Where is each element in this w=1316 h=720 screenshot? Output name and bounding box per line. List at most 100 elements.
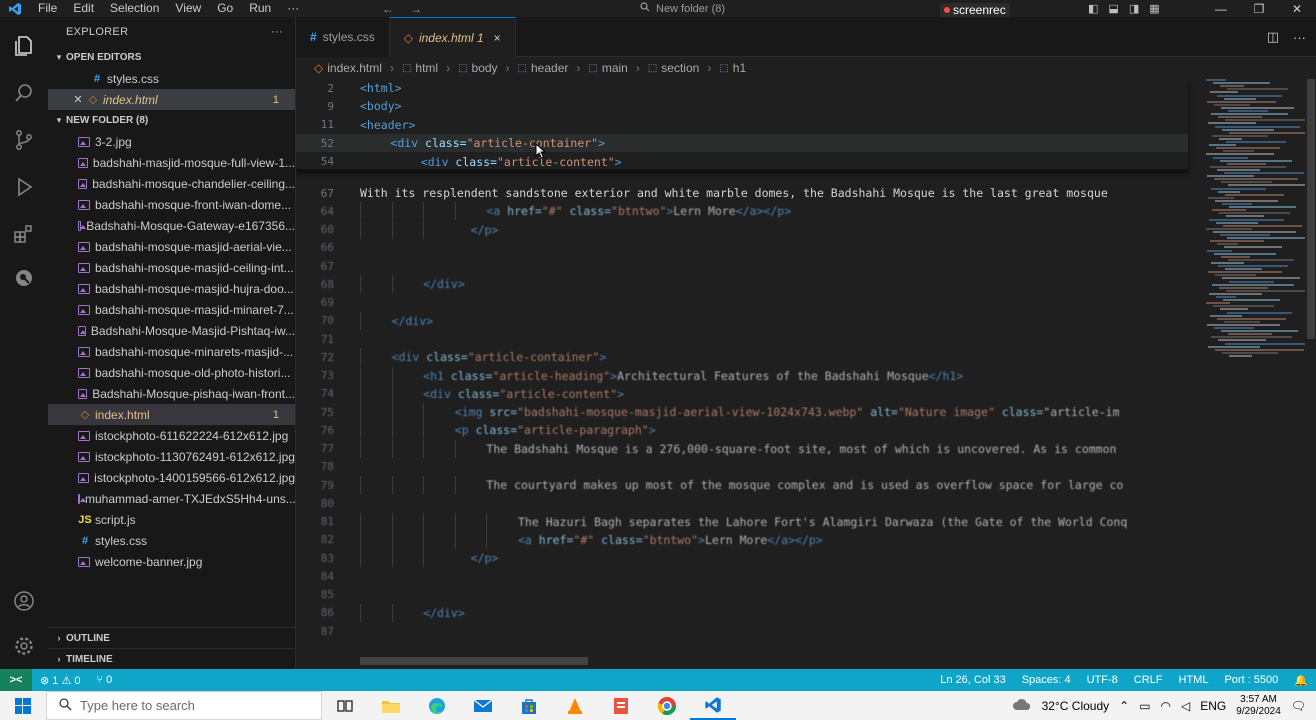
close-icon[interactable]: ✕ bbox=[70, 93, 86, 106]
mail-icon[interactable] bbox=[460, 691, 506, 720]
vscode-taskbar-icon[interactable] bbox=[690, 691, 736, 720]
code-line[interactable]: 78 bbox=[296, 458, 1188, 476]
sticky-line[interactable]: 2 <html> bbox=[296, 79, 1188, 97]
code-line[interactable]: 81 The Hazuri Bagh separates the Lahore F… bbox=[296, 513, 1188, 531]
file-item[interactable]: badshahi-mosque-masjid-hujra-doo... bbox=[48, 278, 295, 299]
file-item[interactable]: badshahi-mosque-minarets-masjid-... bbox=[48, 341, 295, 362]
file-item[interactable]: badshahi-mosque-old-photo-histori... bbox=[48, 362, 295, 383]
forward-arrow-icon[interactable]: → bbox=[410, 2, 422, 16]
open-editor-item-active[interactable]: ✕ ◇ index.html 1 bbox=[48, 89, 295, 110]
taskbar-search[interactable]: Type here to search bbox=[46, 691, 322, 720]
network-icon[interactable]: ▭ bbox=[1139, 699, 1150, 713]
back-arrow-icon[interactable]: ← bbox=[382, 2, 394, 16]
code-line[interactable]: 82 <a href="#" class="btntwo">Lern More</… bbox=[296, 531, 1188, 549]
code-line[interactable]: 68 </div> bbox=[296, 275, 1188, 293]
code-line[interactable]: 85 bbox=[296, 586, 1188, 604]
source-control-icon[interactable] bbox=[9, 125, 39, 155]
chrome-icon[interactable] bbox=[644, 691, 690, 720]
menu-selection[interactable]: Selection bbox=[102, 0, 167, 17]
code-line[interactable]: 70 </div> bbox=[296, 312, 1188, 330]
more-actions-icon[interactable]: ··· bbox=[1293, 30, 1306, 45]
file-item[interactable]: istockphoto-1130762491-612x612.jpg bbox=[48, 446, 295, 467]
code-line[interactable]: 77 The Badshahi Mosque is a 276,000-squar… bbox=[296, 440, 1188, 458]
toggle-sidebar-icon[interactable]: ◧ bbox=[1088, 2, 1098, 15]
file-item[interactable]: # styles.css bbox=[48, 530, 295, 551]
breadcrumb-item[interactable]: header bbox=[531, 61, 568, 75]
code-line[interactable]: 83 </p> bbox=[296, 549, 1188, 567]
sticky-line[interactable]: 54 <div class="article-content"> bbox=[296, 153, 1188, 171]
code-line[interactable]: 75 <img src="badshahi-mosque-masjid-aeria… bbox=[296, 403, 1188, 421]
split-editor-icon[interactable]: ◫ bbox=[1267, 29, 1279, 45]
breadcrumb-item[interactable]: html bbox=[415, 61, 438, 75]
code-line[interactable]: 71 bbox=[296, 330, 1188, 348]
file-item[interactable]: badshahi-mosque-chandelier-ceiling... bbox=[48, 173, 295, 194]
menu-go[interactable]: Go bbox=[209, 0, 241, 17]
code-line[interactable]: 64 <a href="#" class="btntwo">Lern More</… bbox=[296, 202, 1188, 220]
minimap[interactable] bbox=[1200, 79, 1316, 369]
live-server-port[interactable]: Port : 5500 bbox=[1216, 674, 1286, 686]
indentation[interactable]: Spaces: 4 bbox=[1014, 674, 1079, 686]
menu-view[interactable]: View bbox=[167, 0, 209, 17]
volume-icon[interactable]: ◁ bbox=[1181, 699, 1190, 713]
cursor-position[interactable]: Ln 26, Col 33 bbox=[932, 674, 1013, 686]
weather-text[interactable]: 32°C Cloudy bbox=[1042, 699, 1110, 713]
file-item[interactable]: istockphoto-1400159566-612x612.jpg bbox=[48, 467, 295, 488]
code-line[interactable]: 66 bbox=[296, 239, 1188, 257]
file-item[interactable]: JS script.js bbox=[48, 509, 295, 530]
code-line[interactable]: 84 bbox=[296, 567, 1188, 585]
file-explorer-icon[interactable] bbox=[368, 691, 414, 720]
weather-cloud-icon[interactable] bbox=[1012, 697, 1032, 714]
file-item[interactable]: Badshahi-Mosque-Gateway-e167356... bbox=[48, 215, 295, 236]
tab-close-icon[interactable]: × bbox=[494, 31, 501, 45]
menu-edit[interactable]: Edit bbox=[65, 0, 102, 17]
breadcrumb-item[interactable]: main bbox=[602, 61, 628, 75]
code-line[interactable]: 76 <p class="article-paragraph"> bbox=[296, 421, 1188, 439]
minimize-icon[interactable]: — bbox=[1202, 2, 1240, 16]
explorer-icon[interactable] bbox=[9, 31, 39, 61]
ports-indicator[interactable]: ⑂ 0 bbox=[88, 674, 120, 686]
vlc-icon[interactable] bbox=[552, 691, 598, 720]
folder-header[interactable]: ▾ NEW FOLDER (8) bbox=[48, 110, 295, 131]
sticky-line[interactable]: 9 <body> bbox=[296, 97, 1188, 115]
file-item[interactable]: badshahi-mosque-masjid-ceiling-int... bbox=[48, 257, 295, 278]
tab-index-html[interactable]: ◇ index.html 1 × bbox=[389, 17, 516, 57]
file-item[interactable]: Badshahi-Mosque-pishaq-iwan-front... bbox=[48, 383, 295, 404]
clock[interactable]: 3:57 AM 9/29/2024 bbox=[1236, 694, 1281, 718]
language-mode[interactable]: HTML bbox=[1171, 674, 1217, 686]
open-editor-item[interactable]: # styles.css bbox=[48, 68, 295, 89]
open-editors-header[interactable]: ▾ OPEN EDITORS bbox=[48, 47, 295, 68]
sticky-line[interactable]: 11 <header> bbox=[296, 116, 1188, 134]
code-line[interactable]: 67 With its resplendent sandstone exterio… bbox=[296, 184, 1188, 202]
end-of-line[interactable]: CRLF bbox=[1126, 674, 1171, 686]
code-line[interactable]: 87 bbox=[296, 622, 1188, 640]
code-line[interactable]: 73 <h1 class="article-heading">Architectu… bbox=[296, 367, 1188, 385]
explorer-more-icon[interactable]: ··· bbox=[271, 26, 283, 38]
file-item[interactable]: badshahi-mosque-masjid-minaret-7... bbox=[48, 299, 295, 320]
action-center-icon[interactable]: 🗨 bbox=[1291, 699, 1306, 713]
file-item[interactable]: welcome-banner.jpg bbox=[48, 551, 295, 572]
settings-gear-icon[interactable] bbox=[9, 631, 39, 661]
remote-explorer-icon[interactable] bbox=[9, 263, 39, 293]
timeline-header[interactable]: › TIMELINE bbox=[48, 648, 295, 669]
horizontal-scrollbar[interactable] bbox=[360, 657, 588, 665]
close-window-icon[interactable]: ✕ bbox=[1278, 2, 1316, 16]
code-line[interactable]: 86 </div> bbox=[296, 604, 1188, 622]
store-icon[interactable] bbox=[506, 691, 552, 720]
file-item[interactable]: muhammad-amer-TXJEdxS5Hh4-uns... bbox=[48, 488, 295, 509]
notifications-bell-icon[interactable]: 🔔 bbox=[1286, 674, 1316, 687]
code-line[interactable]: 80 bbox=[296, 494, 1188, 512]
task-view-icon[interactable] bbox=[322, 691, 368, 720]
code-line[interactable]: 79 The courtyard makes up most of the mos… bbox=[296, 476, 1188, 494]
problems-indicator[interactable]: ⊗ 1 ⚠ 0 bbox=[32, 674, 88, 687]
edge-browser-icon[interactable] bbox=[414, 691, 460, 720]
file-item[interactable]: 3-2.jpg bbox=[48, 131, 295, 152]
customize-layout-icon[interactable]: ▦ bbox=[1149, 2, 1159, 15]
breadcrumb-item[interactable]: index.html bbox=[327, 61, 382, 75]
menu-run[interactable]: Run bbox=[241, 0, 279, 17]
breadcrumb-item[interactable]: body bbox=[472, 61, 498, 75]
file-item[interactable]: badshahi-mosque-masjid-aerial-vie... bbox=[48, 236, 295, 257]
windows-start-icon[interactable] bbox=[0, 691, 46, 720]
menu-file[interactable]: File bbox=[30, 0, 65, 17]
code-line[interactable]: 72 <div class="article-container"> bbox=[296, 348, 1188, 366]
vertical-scrollbar[interactable] bbox=[1305, 79, 1316, 669]
